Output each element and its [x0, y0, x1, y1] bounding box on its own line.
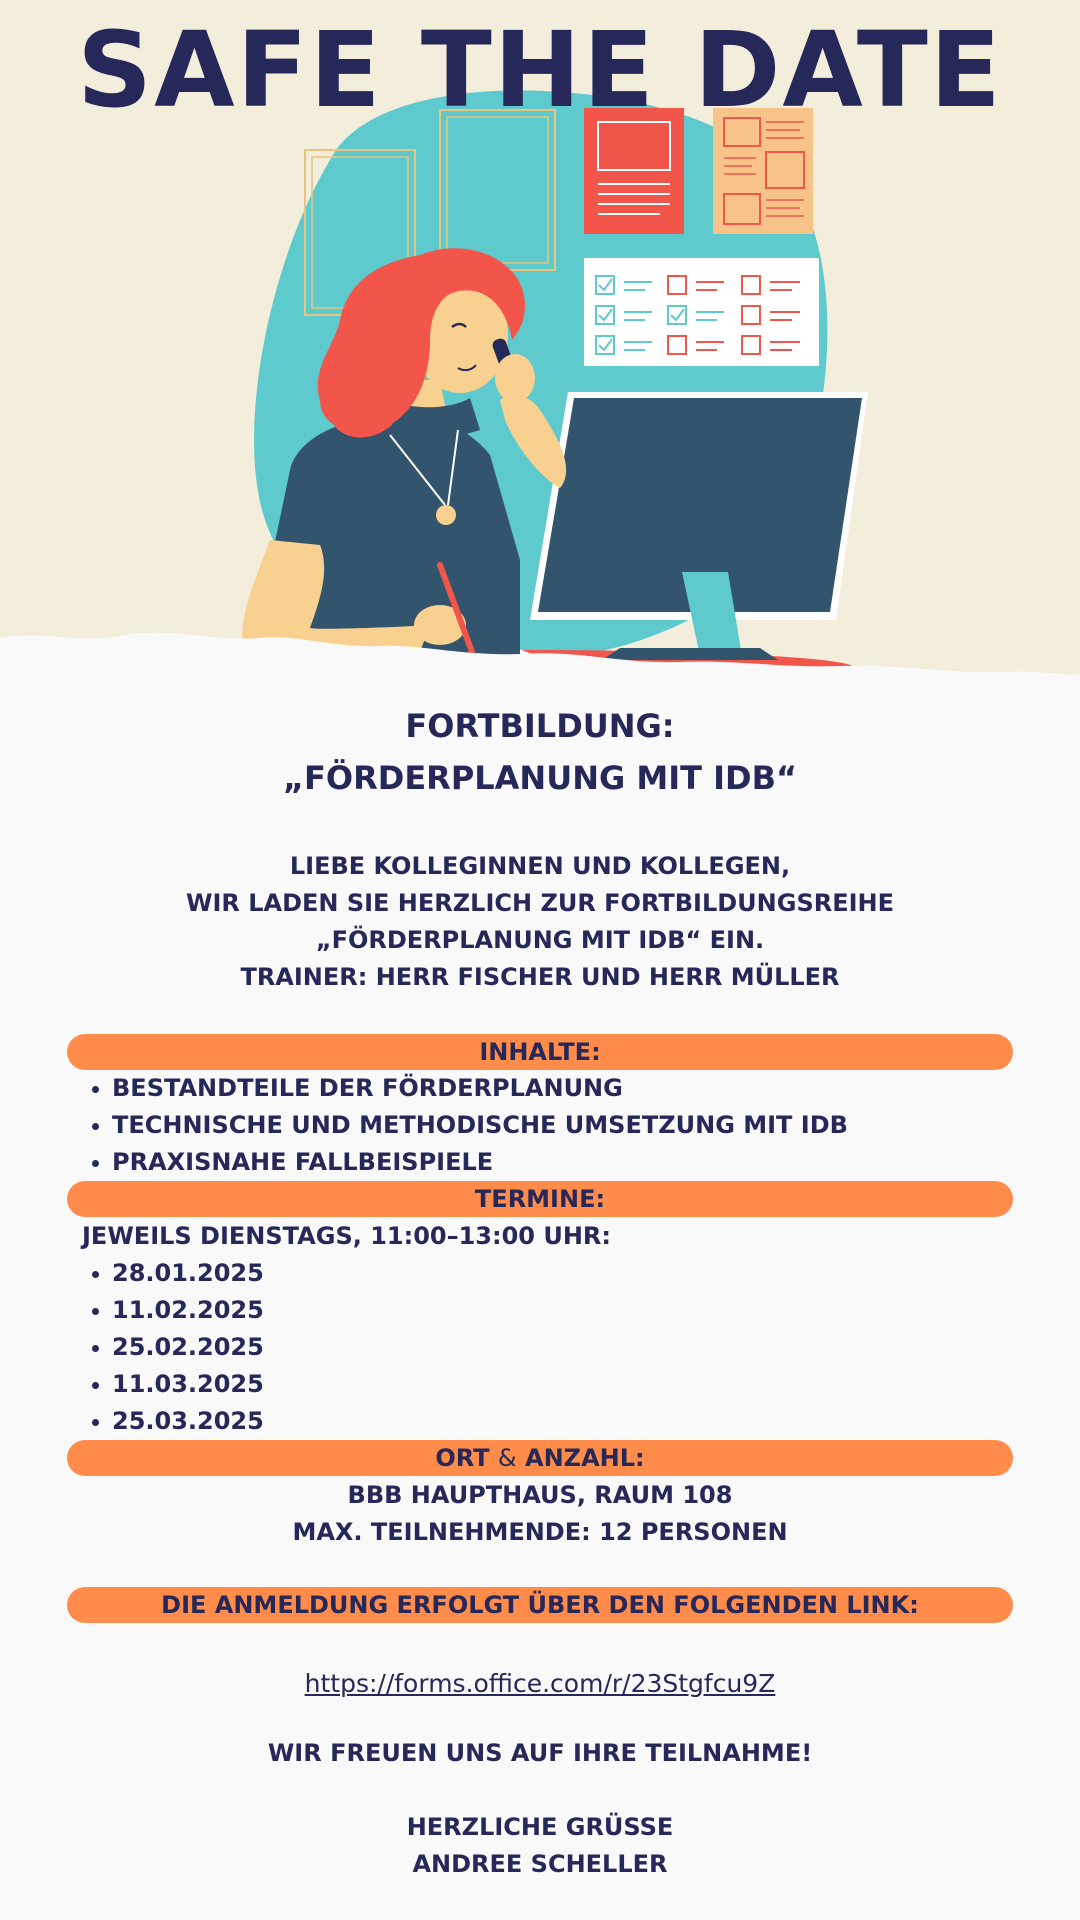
intro-line-3: „FÖRDERPLANUNG MIT IDB“ EIN.: [315, 926, 765, 954]
event-title-line-2: „FÖRDERPLANUNG MIT IDB“: [283, 759, 797, 797]
list-item: 25.02.2025: [92, 1329, 264, 1366]
page-title: SAFE THE DATE: [77, 9, 1003, 131]
checklist-board-icon: [584, 258, 819, 366]
greeting: HERZLICHE GRÜSSE: [406, 1813, 674, 1841]
intro-line-1: LIEBE KOLLEGINNEN UND KOLLEGEN,: [289, 852, 791, 880]
intro-line-4: TRAINER: HERR FISCHER UND HERR MÜLLER: [240, 963, 840, 991]
inhalte-list: BESTANDTEILE DER FÖRDERPLANUNG TECHNISCH…: [0, 1070, 848, 1181]
ort-label: ORT: [435, 1444, 490, 1472]
intro-text: LIEBE KOLLEGINNEN UND KOLLEGEN, WIR LADE…: [0, 848, 1080, 996]
list-item: BESTANDTEILE DER FÖRDERPLANUNG: [92, 1070, 848, 1107]
intro-line-2: WIR LADEN SIE HERZLICH ZUR FORTBILDUNGSR…: [185, 889, 895, 917]
list-item: 28.01.2025: [92, 1255, 264, 1292]
anzahl-label: ANZAHL:: [525, 1444, 645, 1472]
capacity-text: MAX. TEILNEHMENDE: 12 PERSONEN: [292, 1518, 788, 1546]
registration-link[interactable]: https://forms.office.com/r/23Stgfcu9Z: [0, 1664, 1080, 1704]
closing-line: WIR FREUEN UNS AUF IHRE TEILNAHME!: [267, 1739, 813, 1767]
location-text: BBB HAUPTHAUS, RAUM 108: [347, 1481, 733, 1509]
list-item: PRAXISNAHE FALLBEISPIELE: [92, 1144, 848, 1181]
section-bar-inhalte: INHALTE:: [67, 1034, 1013, 1070]
section-bar-ort-anzahl: ORT & ANZAHL:: [67, 1440, 1013, 1476]
list-item: 25.03.2025: [92, 1403, 264, 1440]
list-item: TECHNISCHE UND METHODISCHE UMSETZUNG MIT…: [92, 1107, 848, 1144]
event-title: FORTBILDUNG: „FÖRDERPLANUNG MIT IDB“: [0, 700, 1080, 804]
termine-dates-list: 28.01.2025 11.02.2025 25.02.2025 11.03.2…: [0, 1255, 264, 1440]
signature-name: ANDREE SCHELLER: [412, 1850, 668, 1878]
event-title-line-1: FORTBILDUNG:: [405, 707, 675, 745]
list-item: 11.02.2025: [92, 1292, 264, 1329]
termine-subtitle: JEWEILS DIENSTAGS, 11:00–13:00 UHR:: [82, 1222, 612, 1250]
ampersand: &: [497, 1444, 517, 1472]
section-bar-anmeldung: DIE ANMELDUNG ERFOLGT ÜBER DEN FOLGENDEN…: [67, 1587, 1013, 1623]
section-bar-termine: TERMINE:: [67, 1181, 1013, 1217]
list-item: 11.03.2025: [92, 1366, 264, 1403]
